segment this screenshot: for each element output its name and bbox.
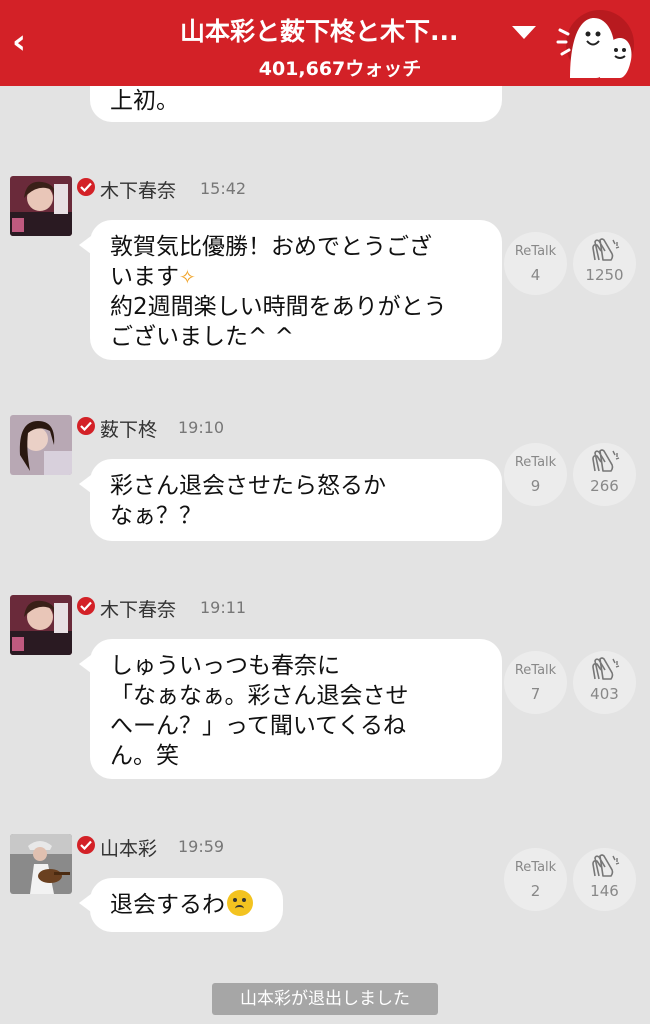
sender-name[interactable]: 山本彩 [100, 834, 157, 861]
message-bubble[interactable]: 敦賀気比優勝！おめでとうござ います✧ 約2週間楽しい時間をありがとう ございま… [79, 220, 502, 360]
avatar[interactable] [10, 176, 72, 236]
timestamp: 19:59 [178, 837, 225, 856]
message-item: 山本彩 19:59 退会するわ ReTalk 2 146 [0, 834, 650, 944]
clap-count: 146 [590, 882, 619, 900]
message-line: 約2週間楽しい時間をありがとう [110, 294, 447, 320]
clap-count: 266 [590, 477, 619, 495]
message-item: 木下春奈 15:42 敦賀気比優勝！おめでとうござ います✧ 約2週間楽しい時間… [0, 176, 650, 366]
clap-hands-icon [592, 238, 620, 261]
system-notice: 山本彩が退出しました [212, 983, 438, 1015]
clap-button[interactable]: 266 [573, 443, 636, 506]
message-line: 退会するわ [110, 892, 225, 918]
retalk-count: 9 [530, 477, 541, 495]
clap-hands-icon [592, 449, 620, 472]
clap-button[interactable]: 403 [573, 651, 636, 714]
verified-check-icon [77, 836, 95, 854]
retalk-count: 7 [530, 685, 541, 703]
chevron-left-icon[interactable]: ‹ [6, 22, 32, 62]
message-bubble[interactable]: しゅういっつも春奈に 「なぁなぁ。彩さん退会させ へーん？」って聞いてくるね ん… [79, 639, 502, 779]
sender-name[interactable]: 薮下柊 [100, 415, 157, 442]
timestamp: 19:11 [200, 598, 247, 617]
avatar[interactable] [10, 415, 72, 475]
message-line: ございました^ ^ [110, 324, 294, 350]
talk-title[interactable]: 山本彩と薮下柊と木下... [180, 12, 500, 48]
retalk-button[interactable]: ReTalk 9 [504, 443, 567, 506]
timestamp: 15:42 [200, 179, 247, 198]
verified-check-icon [77, 417, 95, 435]
message-line: います [110, 264, 179, 290]
message-line: ん。笑 [110, 743, 179, 769]
message-bubble[interactable]: 退会するわ [79, 878, 283, 932]
avatar[interactable] [10, 595, 72, 655]
verified-check-icon [77, 597, 95, 615]
message-line: へーん？」って聞いてくるね [110, 713, 407, 739]
message-line: 「なぁなぁ。彩さん退会させ [110, 683, 409, 709]
retalk-label: ReTalk [514, 860, 557, 875]
clap-count: 403 [590, 685, 619, 703]
message-line: 上初。 [110, 88, 179, 114]
retalk-count: 2 [530, 882, 541, 900]
retalk-button[interactable]: ReTalk 7 [504, 651, 567, 714]
verified-check-icon [77, 178, 95, 196]
message-line: 敦賀気比優勝！おめでとうござ [110, 234, 432, 260]
sender-name[interactable]: 木下春奈 [100, 595, 176, 622]
watch-count: 401,667ウォッチ [258, 58, 422, 80]
retalk-count: 4 [530, 266, 541, 284]
message-item: 薮下柊 19:10 彩さん退会させたら怒るか なぁ？？ ReTalk 9 266 [0, 415, 650, 545]
retalk-label: ReTalk [514, 244, 557, 259]
message-item: 木下春奈 19:11 しゅういっつも春奈に 「なぁなぁ。彩さん退会させ へーん？… [0, 595, 650, 785]
retalk-label: ReTalk [514, 663, 557, 678]
avatar[interactable] [10, 834, 72, 894]
clap-hands-icon [592, 854, 620, 877]
timestamp: 19:10 [178, 418, 225, 437]
message-bubble[interactable]: 彩さん退会させたら怒るか なぁ？？ [79, 459, 502, 541]
sender-name[interactable]: 木下春奈 [100, 176, 176, 203]
message-line: 彩さん退会させたら怒るか [110, 473, 386, 499]
retalk-button[interactable]: ReTalk 4 [504, 232, 567, 295]
app-header: ‹ 山本彩と薮下柊と木下... 401,667ウォッチ [0, 0, 650, 86]
mascot-ghost-icon[interactable] [556, 8, 634, 80]
message-line: なぁ？？ [110, 503, 202, 529]
sparkle-icon: ✧ [179, 265, 196, 289]
dropdown-triangle-icon[interactable] [512, 26, 536, 39]
retalk-button[interactable]: ReTalk 2 [504, 848, 567, 911]
clap-hands-icon [592, 657, 620, 680]
clap-button[interactable]: 1250 [573, 232, 636, 295]
frown-emoji-icon [227, 890, 253, 916]
clap-button[interactable]: 146 [573, 848, 636, 911]
message-line: しゅういっつも春奈に [110, 653, 340, 679]
clap-count: 1250 [585, 266, 624, 284]
retalk-label: ReTalk [514, 455, 557, 470]
